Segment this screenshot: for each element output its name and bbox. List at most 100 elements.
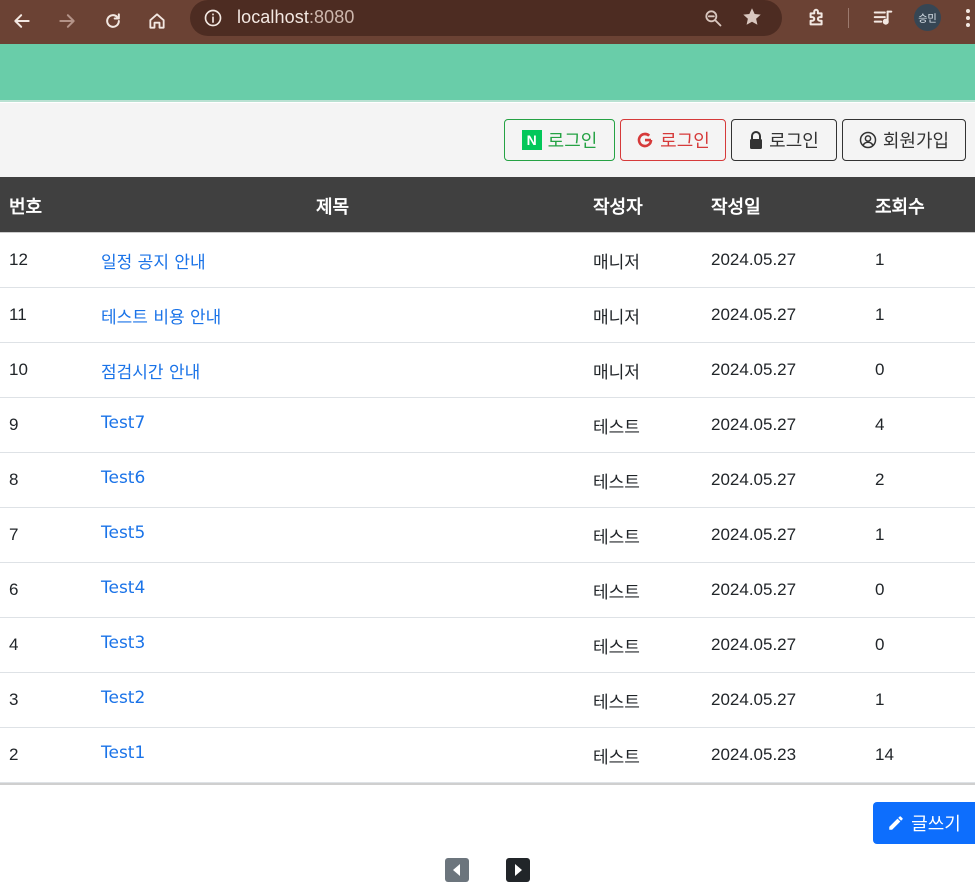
address-bar[interactable]: localhost:8080 xyxy=(190,0,782,36)
naver-login-label: 로그인 xyxy=(547,131,598,152)
post-title-link[interactable]: 일정 공지 안내 xyxy=(101,248,206,273)
header-views: 조회수 xyxy=(875,197,925,218)
google-login-button[interactable]: 로그인 xyxy=(620,119,726,161)
url-port: :8080 xyxy=(308,7,355,27)
back-icon xyxy=(14,14,30,28)
login-label: 로그인 xyxy=(769,131,819,152)
post-title-link[interactable]: Test7 xyxy=(101,413,145,433)
cell-author: 매니저 xyxy=(593,308,640,328)
post-title-link[interactable]: Test3 xyxy=(101,633,145,653)
table-row: 4 Test3 테스트 2024.05.27 0 xyxy=(0,618,975,673)
prev-icon xyxy=(453,864,460,876)
cell-date: 2024.05.27 xyxy=(711,525,797,544)
post-title-link[interactable]: Test5 xyxy=(101,523,145,543)
home-icon xyxy=(149,13,165,29)
media-icon[interactable] xyxy=(869,4,897,32)
cell-views: 0 xyxy=(875,360,885,379)
user-circle-icon xyxy=(859,131,877,149)
table-row: 3 Test2 테스트 2024.05.27 1 xyxy=(0,673,975,728)
menu-icon[interactable] xyxy=(962,6,974,30)
auth-bar: N 로그인 로그인 로그인 회원가입 xyxy=(0,103,975,177)
next-icon xyxy=(515,864,522,876)
reload-button[interactable] xyxy=(96,4,130,38)
browser-toolbar: localhost:8080 승민 xyxy=(0,0,975,44)
extensions-icon[interactable] xyxy=(803,4,831,32)
cell-author: 테스트 xyxy=(593,473,640,493)
signup-label: 회원가입 xyxy=(882,131,950,152)
cell-date: 2024.05.27 xyxy=(711,470,797,489)
cell-views: 0 xyxy=(875,580,885,599)
post-title-link[interactable]: Test6 xyxy=(101,468,145,488)
table-row: 6 Test4 테스트 2024.05.27 0 xyxy=(0,563,975,618)
login-button[interactable]: 로그인 xyxy=(731,119,837,161)
prev-page-button[interactable] xyxy=(445,858,469,882)
cell-no: 6 xyxy=(9,580,19,599)
cell-views: 1 xyxy=(875,250,885,269)
cell-views: 2 xyxy=(875,470,885,489)
cell-author: 테스트 xyxy=(593,528,640,548)
cell-date: 2024.05.27 xyxy=(711,415,797,434)
google-login-label: 로그인 xyxy=(660,131,710,152)
zoom-icon[interactable] xyxy=(701,6,725,30)
forward-button[interactable] xyxy=(50,4,84,38)
toolbar-divider xyxy=(848,8,849,28)
cell-date: 2024.05.27 xyxy=(711,580,797,599)
signup-button[interactable]: 회원가입 xyxy=(842,119,966,161)
cell-no: 3 xyxy=(9,690,19,709)
reload-icon xyxy=(106,13,120,28)
next-page-button[interactable] xyxy=(506,858,530,882)
cell-no: 12 xyxy=(9,250,28,269)
site-banner xyxy=(0,44,975,102)
cell-date: 2024.05.27 xyxy=(711,635,797,654)
cell-no: 7 xyxy=(9,525,19,544)
post-title-link[interactable]: Test2 xyxy=(101,688,145,708)
cell-no: 2 xyxy=(9,745,19,764)
post-title-link[interactable]: 점검시간 안내 xyxy=(101,358,200,383)
forward-icon xyxy=(59,14,75,28)
cell-no: 4 xyxy=(9,635,19,654)
post-title-link[interactable]: Test4 xyxy=(101,578,145,598)
cell-date: 2024.05.23 xyxy=(711,745,797,764)
cell-views: 4 xyxy=(875,415,885,434)
cell-author: 테스트 xyxy=(593,638,640,658)
cell-author: 테스트 xyxy=(593,583,640,603)
info-icon[interactable] xyxy=(202,7,224,29)
table-row: 12 일정 공지 안내 매니저 2024.05.27 1 xyxy=(0,233,975,288)
star-icon[interactable] xyxy=(740,5,764,29)
table-header: 번호 제목 작성자 작성일 조회수 xyxy=(0,177,975,232)
home-button[interactable] xyxy=(140,4,174,38)
cell-no: 9 xyxy=(9,415,19,434)
post-title-link[interactable]: Test1 xyxy=(101,743,145,763)
write-label: 글쓰기 xyxy=(911,814,961,835)
naver-login-button[interactable]: N 로그인 xyxy=(504,119,615,161)
url-host: localhost xyxy=(237,7,309,27)
lock-icon xyxy=(750,131,763,149)
cell-author: 테스트 xyxy=(593,418,640,438)
cell-views: 0 xyxy=(875,635,885,654)
back-button[interactable] xyxy=(5,4,39,38)
post-title-link[interactable]: 테스트 비용 안내 xyxy=(101,303,221,328)
cell-author: 매니저 xyxy=(593,363,640,383)
cell-views: 1 xyxy=(875,525,885,544)
cell-date: 2024.05.27 xyxy=(711,360,797,379)
cell-no: 8 xyxy=(9,470,19,489)
cell-views: 14 xyxy=(875,745,894,764)
cell-author: 테스트 xyxy=(593,693,640,713)
cell-views: 1 xyxy=(875,305,885,324)
write-button[interactable]: 글쓰기 xyxy=(873,802,975,844)
header-no: 번호 xyxy=(9,197,43,218)
header-title: 제목 xyxy=(316,197,350,218)
pencil-icon xyxy=(889,816,903,830)
cell-date: 2024.05.27 xyxy=(711,250,797,269)
cell-author: 테스트 xyxy=(593,748,640,768)
table-body: 12 일정 공지 안내 매니저 2024.05.27 1 1 1 테스트 비용 안… xyxy=(0,232,975,783)
table-row: 9 Test7 테스트 2024.05.27 4 xyxy=(0,398,975,453)
table-row: 2 Test1 테스트 2024.05.23 14 xyxy=(0,728,975,783)
board-table: 번호 제목 작성자 작성일 조회수 12 일정 공지 안내 매니저 2024.0… xyxy=(0,177,975,785)
profile-avatar[interactable]: 승민 xyxy=(914,4,941,31)
table-row: 10 점검시간 안내 매니저 2024.05.27 0 xyxy=(0,343,975,398)
url-text: localhost:8080 xyxy=(237,7,355,28)
cell-date: 2024.05.27 xyxy=(711,690,797,709)
header-author: 작성자 xyxy=(593,197,643,218)
cell-no: 10 xyxy=(9,360,28,379)
